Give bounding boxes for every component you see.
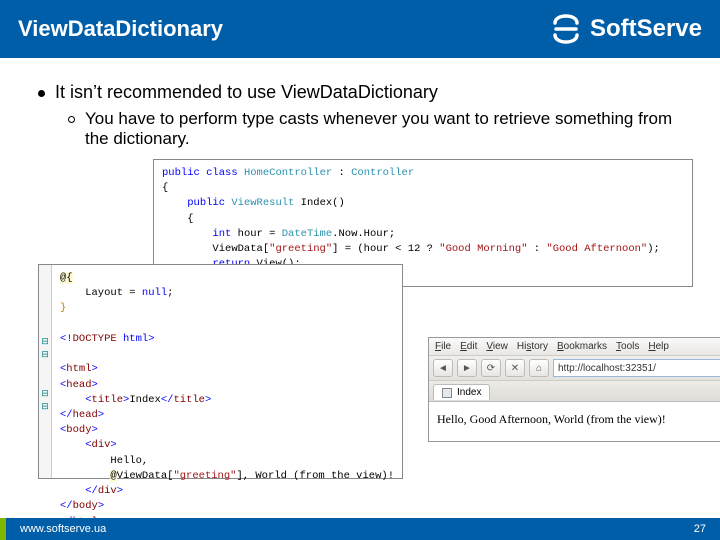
slide-header: ViewDataDictionary SoftServe (0, 0, 720, 58)
menu-history[interactable]: History (517, 341, 548, 352)
code-razor: ⊟⊟⊟⊟ @{ Layout = null; } <!DOCTYPE html>… (38, 264, 403, 479)
browser-page: Hello, Good Afternoon, World (from the v… (429, 402, 720, 441)
menu-view[interactable]: View (486, 341, 508, 352)
forward-button[interactable]: ► (457, 359, 477, 377)
browser-window: File Edit View History Bookmarks Tools H… (428, 337, 720, 442)
menu-file[interactable]: File (435, 341, 451, 352)
menu-tools[interactable]: Tools (616, 341, 639, 352)
reload-button[interactable]: ⟳ (481, 359, 501, 377)
code-gutter: ⊟⊟⊟⊟ (39, 265, 52, 478)
slide-footer: www.softserve.ua 27 (0, 518, 720, 540)
slide-title: ViewDataDictionary (18, 16, 223, 42)
bullet-circle-icon (68, 116, 75, 123)
panels: public class HomeController : Controller… (38, 159, 698, 499)
menu-help[interactable]: Help (648, 341, 669, 352)
bullet-l2-text: You have to perform type casts whenever … (85, 109, 698, 149)
browser-menubar: File Edit View History Bookmarks Tools H… (429, 338, 720, 356)
menu-bookmarks[interactable]: Bookmarks (557, 341, 607, 352)
browser-toolbar: ◄ ► ⟳ ✕ ⌂ http://localhost:32351/ (429, 356, 720, 381)
bullet-dot-icon (38, 90, 45, 97)
bullet-level2: You have to perform type casts whenever … (68, 109, 698, 149)
footer-accent (0, 518, 6, 540)
back-button[interactable]: ◄ (433, 359, 453, 377)
footer-site: www.softserve.ua (20, 523, 106, 535)
brand: SoftServe (550, 13, 702, 45)
browser-tab[interactable]: Index (433, 384, 490, 400)
brand-logo-icon (550, 13, 582, 45)
content-area: It isn’t recommended to use ViewDataDict… (0, 58, 720, 499)
home-button[interactable]: ⌂ (529, 359, 549, 377)
tab-label: Index (457, 387, 481, 398)
code-razor-body: @{ Layout = null; } <!DOCTYPE html> <htm… (52, 265, 402, 478)
page-number: 27 (694, 523, 706, 535)
favicon-icon (442, 388, 452, 398)
browser-tabbar: Index (429, 381, 720, 402)
bullet-l1-text: It isn’t recommended to use ViewDataDict… (55, 82, 438, 103)
url-bar[interactable]: http://localhost:32351/ (553, 359, 720, 377)
menu-edit[interactable]: Edit (460, 341, 477, 352)
brand-name: SoftServe (590, 15, 702, 43)
bullet-level1: It isn’t recommended to use ViewDataDict… (38, 82, 698, 103)
page-text: Hello, Good Afternoon, World (from the v… (437, 412, 666, 426)
stop-button[interactable]: ✕ (505, 359, 525, 377)
